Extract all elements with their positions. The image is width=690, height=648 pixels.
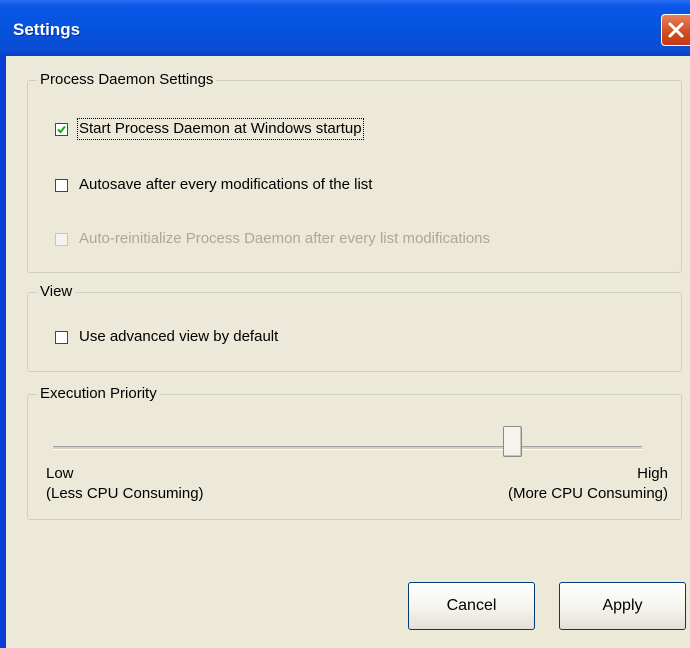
priority-slider-thumb[interactable]: [503, 426, 522, 457]
checkbox-label: Start Process Daemon at Windows startup: [77, 118, 364, 140]
group-legend: Execution Priority: [37, 385, 160, 403]
priority-slider-track[interactable]: [53, 446, 642, 450]
checkbox-label: Autosave after every modifications of th…: [79, 176, 373, 193]
process-daemon-settings-group: Process Daemon Settings Start Process Da…: [27, 71, 682, 273]
cancel-button[interactable]: Cancel: [408, 582, 535, 630]
high-label: High: [637, 465, 668, 482]
close-icon: [668, 22, 684, 38]
title-bar[interactable]: Settings: [0, 0, 690, 56]
auto-reinitialize-option: Auto-reinitialize Process Daemon after e…: [55, 230, 490, 248]
start-at-startup-checkbox[interactable]: [55, 122, 68, 136]
autosave-option[interactable]: Autosave after every modifications of th…: [55, 176, 372, 194]
view-group: View Use advanced view by default: [27, 283, 682, 372]
checkbox-label: Auto-reinitialize Process Daemon after e…: [79, 230, 490, 247]
close-button[interactable]: [661, 14, 690, 46]
auto-reinitialize-checkbox: [55, 232, 68, 246]
autosave-checkbox[interactable]: [55, 178, 68, 192]
checkmark-icon: [57, 125, 66, 133]
dialog-body: Process Daemon Settings Start Process Da…: [6, 56, 690, 648]
advanced-view-option[interactable]: Use advanced view by default: [55, 328, 278, 346]
start-at-startup-option[interactable]: Start Process Daemon at Windows startup: [55, 118, 364, 140]
advanced-view-checkbox[interactable]: [55, 330, 68, 344]
low-label: Low: [46, 465, 74, 482]
window-title: Settings: [13, 20, 81, 39]
checkbox-label: Use advanced view by default: [79, 328, 279, 345]
execution-priority-group: Execution Priority Low (Less CPU Consumi…: [27, 385, 682, 520]
group-legend: Process Daemon Settings: [37, 71, 217, 89]
apply-button[interactable]: Apply: [559, 582, 686, 630]
high-sub-label: (More CPU Consuming): [507, 485, 668, 502]
low-sub-label: (Less CPU Consuming): [46, 485, 204, 502]
settings-window: Settings Process Daemon Settings Start P…: [0, 0, 690, 648]
group-legend: View: [37, 283, 76, 301]
